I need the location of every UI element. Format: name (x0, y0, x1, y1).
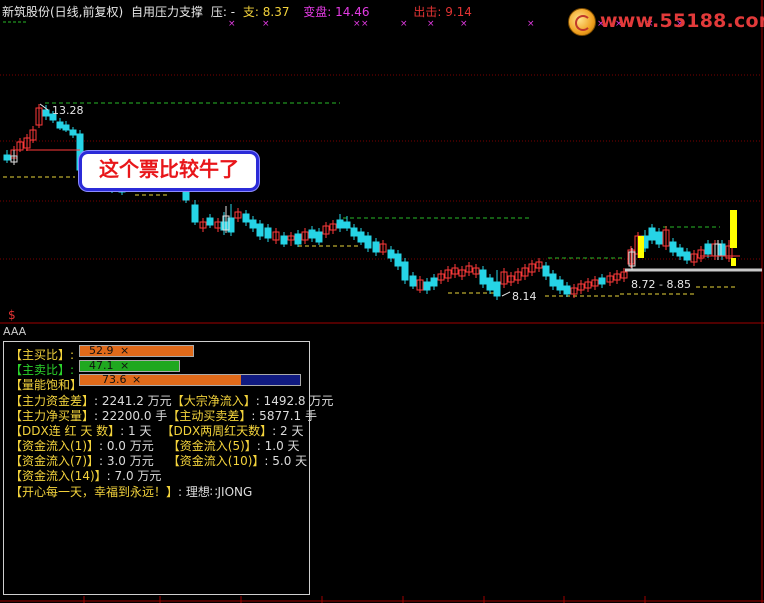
high-price-label: 13.28 (52, 104, 84, 117)
candle-body (563, 285, 571, 295)
site-logo: www.55188.com (566, 6, 764, 36)
candle-body (479, 269, 487, 285)
logo-emblem-icon (568, 8, 596, 36)
candle-body (683, 251, 691, 261)
candle-body (423, 281, 431, 291)
main-sell-suffix: × (120, 359, 130, 372)
candle-body (206, 217, 214, 226)
candle-body (669, 241, 677, 253)
candle-body (493, 281, 501, 297)
candle-body (704, 243, 712, 255)
pointer-line (39, 103, 49, 111)
candle-body (486, 277, 494, 291)
top-marker: × (527, 19, 535, 29)
candle-body (648, 227, 656, 241)
candle-body (718, 243, 726, 257)
top-marker: × (460, 19, 468, 29)
candle-body (556, 279, 564, 291)
candle-body (3, 154, 11, 161)
main-sell-value: 47.1 (89, 359, 114, 372)
chart-header: 新筑股份(日线,前复权) 自用压力支撑 压: - 支: 8.37 变盘: 14.… (2, 3, 476, 20)
top-marker: × (400, 19, 408, 29)
top-marker: × (361, 19, 369, 29)
sub-chart-label: AAA (3, 325, 27, 338)
volume-saturation-track: 73.6 × (79, 373, 301, 386)
candle-body (655, 231, 663, 245)
support-label: 支: 8.37 (242, 5, 290, 19)
volume-saturation-label: 【量能饱和】 (10, 378, 83, 392)
candle-body (315, 231, 323, 243)
pointer-line (501, 291, 511, 297)
signal-bar (638, 236, 644, 258)
candle-body (401, 261, 409, 281)
candle-body (336, 219, 344, 229)
signal-bar (731, 258, 736, 266)
top-marker: × (228, 19, 236, 29)
logo-text: www.55188.com (600, 10, 764, 32)
candle-body (264, 227, 272, 239)
candle-body (598, 277, 606, 285)
candle-body (357, 231, 365, 243)
candle-body (676, 247, 684, 257)
candle-body (294, 233, 302, 245)
top-marker: × (427, 19, 435, 29)
volume-saturation-suffix: × (132, 373, 142, 386)
row-motto: 【开心每一天，幸福到永远！】: 理想∷JIONG (10, 485, 253, 499)
candle-body (343, 221, 351, 229)
pressure-label: 压: - (210, 5, 236, 19)
candle-body (280, 235, 288, 245)
range-price-label: 8.72 - 8.85 (631, 278, 691, 291)
volume-saturation-value: 73.6 (102, 373, 127, 386)
candle-body (542, 265, 550, 277)
main-sell-bar: 47.1 × (79, 359, 180, 372)
dollar-marker-icon: $ (8, 308, 16, 322)
main-buy-value: 52.9 (89, 344, 114, 357)
candle-body (549, 273, 557, 287)
candle-body (308, 229, 316, 239)
low-price-label: 8.14 (512, 290, 537, 303)
change-label: 变盘: 14.46 (303, 5, 370, 19)
candle-body (249, 219, 257, 229)
candle-body (242, 213, 250, 223)
stock-title: 新筑股份(日线,前复权) (2, 5, 124, 19)
annotation-callout: 这个票比较牛了 (79, 151, 259, 191)
candle-body (372, 241, 380, 253)
candle-body (62, 124, 70, 131)
candle-body (350, 227, 358, 237)
candle-body (256, 223, 264, 237)
exit-label: 出击: 9.14 (413, 5, 472, 19)
candle-body (364, 235, 372, 249)
main-buy-bar: 52.9 × (79, 344, 194, 357)
main-buy-suffix: × (120, 344, 130, 357)
candle-body (387, 249, 395, 259)
candle-body (191, 204, 199, 223)
indicator-name: 自用压力支撑 (131, 5, 204, 19)
fund-flow-panel: 【主买比】: 52.9 × 【主卖比】: 47.1 × 【量能饱和】 73.6 … (3, 341, 333, 595)
candle-body (409, 275, 417, 287)
candle-body (394, 253, 402, 267)
candle-body (56, 121, 64, 129)
stock-chart-window: ××××××××××××× 新筑股份(日线,前复权) 自用压力支撑 压: - 支… (0, 0, 764, 603)
candle-body (430, 277, 438, 287)
top-marker: × (353, 19, 361, 29)
row-flow-14: 【资金流入(14)】: 7.0 万元 (10, 469, 162, 483)
signal-bar (730, 210, 737, 248)
candle-body (69, 129, 77, 136)
candle-body (42, 109, 50, 117)
top-marker: × (262, 19, 270, 29)
